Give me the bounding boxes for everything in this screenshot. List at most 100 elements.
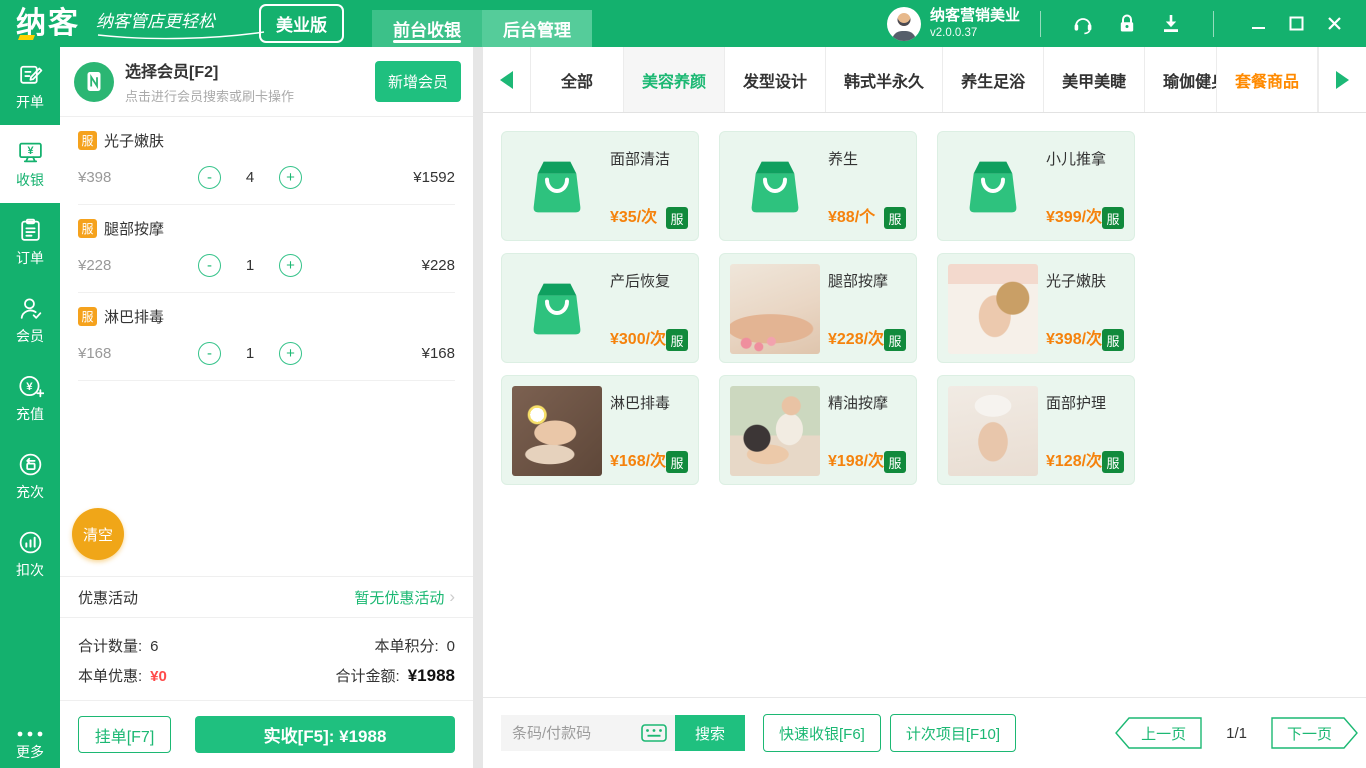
add-member-button[interactable]: 新增会员 — [374, 61, 461, 102]
member-select-bar[interactable]: 选择会员[F2] 点击进行会员搜索或刷卡操作 新增会员 — [60, 47, 473, 117]
slogan-swoosh-line — [97, 31, 265, 40]
category-tab-all[interactable]: 全部 — [531, 47, 625, 112]
svg-text:¥: ¥ — [26, 381, 33, 393]
hold-order-button[interactable]: 挂单[F7] — [78, 716, 171, 753]
member-select-title: 选择会员[F2] — [125, 64, 219, 81]
sidebar-item-deduct-times[interactable]: 扣次 — [0, 515, 60, 593]
service-badge: 服 — [78, 219, 97, 238]
product-card[interactable]: 腿部按摩 ¥228/次 服 — [719, 253, 917, 363]
svg-text:¥: ¥ — [27, 145, 34, 157]
shopping-bag-icon — [533, 161, 581, 213]
product-price: ¥398/次 — [1046, 331, 1103, 348]
barcode-input[interactable] — [512, 724, 641, 742]
category-tab-hair[interactable]: 发型设计 — [725, 47, 827, 112]
arrow-right-icon — [1336, 70, 1349, 89]
category-tab-foot-bath[interactable]: 养生足浴 — [943, 47, 1045, 112]
open-bill-icon — [19, 65, 42, 84]
category-tab-nails-lashes[interactable]: 美甲美睫 — [1044, 47, 1146, 112]
chevron-right-icon[interactable]: › — [449, 587, 455, 607]
cart-item: 服 腿部按摩 ¥228 - 1 + ¥228 — [78, 205, 455, 293]
titlebar-right: 纳客营销美业 v2.0.0.37 — [886, 6, 1348, 41]
count-item-button[interactable]: 计次项目[F10] — [889, 714, 1017, 752]
service-type-badge: 服 — [666, 329, 688, 351]
product-card[interactable]: 淋巴排毒 ¥168/次 服 — [501, 375, 699, 485]
download-icon[interactable] — [1159, 12, 1183, 36]
next-page-button[interactable]: 下一页 — [1271, 717, 1358, 749]
category-scroll-left-button[interactable] — [483, 47, 531, 112]
product-name: 养生 — [828, 151, 859, 168]
product-price: ¥300/次 — [610, 331, 667, 348]
sidebar-item-open-bill[interactable]: 开单 — [0, 47, 60, 125]
sidebar-item-more[interactable]: 更多 — [0, 729, 60, 762]
tab-back-manage[interactable]: 后台管理 — [482, 10, 592, 47]
service-type-badge: 服 — [1102, 329, 1124, 351]
product-card[interactable]: 精油按摩 ¥198/次 服 — [719, 375, 917, 485]
category-tab-yoga[interactable]: 瑜伽健身 — [1145, 47, 1217, 112]
members-icon — [20, 297, 41, 319]
maximize-button[interactable] — [1282, 10, 1310, 38]
product-card[interactable]: 面部护理 ¥128/次 服 — [937, 375, 1135, 485]
app-version: v2.0.0.37 — [929, 26, 978, 39]
product-name: 小儿推拿 — [1046, 151, 1107, 168]
clear-cart-button[interactable]: 清空 — [72, 508, 124, 560]
discount-label: 本单优惠: — [78, 667, 143, 685]
sidebar-item-recharge[interactable]: ¥ 充值 — [0, 359, 60, 437]
qty-decrease-button[interactable]: - — [198, 166, 221, 189]
promo-link[interactable]: 暂无优惠活动 — [354, 587, 444, 608]
search-button[interactable]: 搜索 — [675, 715, 745, 751]
sidebar-item-orders[interactable]: 订单 — [0, 203, 60, 281]
qty-increase-button[interactable]: + — [279, 342, 302, 365]
shopping-bag-icon — [533, 283, 581, 335]
quick-cashier-button[interactable]: 快速收银[F6] — [763, 714, 881, 752]
orders-icon — [20, 218, 40, 241]
qty-decrease-button[interactable]: - — [198, 342, 221, 365]
cart-item-price: ¥398 — [78, 169, 112, 186]
cart-item-price: ¥228 — [78, 257, 112, 274]
sidebar-item-recharge-times[interactable]: 充次 — [0, 437, 60, 515]
product-photo — [948, 386, 1038, 476]
keyboard-icon[interactable] — [641, 724, 667, 742]
product-card[interactable]: 光子嫩肤 ¥398/次 服 — [937, 253, 1135, 363]
qty-increase-button[interactable]: + — [279, 166, 302, 189]
member-texts: 选择会员[F2] 点击进行会员搜索或刷卡操作 — [125, 58, 375, 105]
product-card[interactable]: 面部清洁 ¥35/次 服 — [501, 131, 699, 241]
cart-item-subtotal: ¥168 — [421, 345, 455, 362]
shopping-bag-icon — [969, 161, 1017, 213]
lock-icon[interactable] — [1115, 12, 1139, 36]
prev-page-button[interactable]: 上一页 — [1115, 717, 1202, 749]
pay-button[interactable]: 实收[F5]: ¥1988 — [195, 716, 455, 753]
sidebar-item-members[interactable]: 会员 — [0, 281, 60, 359]
category-bar: 全部 美容养颜 发型设计 韩式半永久 养生足浴 美甲美睫 瑜伽健身 套餐商品 — [483, 47, 1366, 113]
deduct-times-icon — [19, 531, 41, 553]
product-name: 淋巴排毒 — [610, 395, 671, 412]
close-button[interactable] — [1320, 10, 1348, 38]
category-tab-package[interactable]: 套餐商品 — [1217, 47, 1318, 112]
product-name: 产后恢复 — [610, 273, 671, 290]
category-scroll-right-button[interactable] — [1318, 47, 1366, 112]
product-image — [512, 142, 602, 232]
product-price: ¥168/次 — [610, 453, 667, 470]
service-type-badge: 服 — [884, 329, 906, 351]
edition-button[interactable]: 美业版 — [259, 4, 344, 43]
support-headset-icon[interactable] — [1071, 12, 1095, 36]
product-card[interactable]: 产后恢复 ¥300/次 服 — [501, 253, 699, 363]
minimize-button[interactable] — [1244, 10, 1272, 38]
qty-increase-button[interactable]: + — [279, 254, 302, 277]
avatar[interactable] — [886, 6, 921, 41]
cart-item-qty: 1 — [245, 257, 255, 274]
titlebar-separator — [1040, 10, 1041, 37]
tab-front-cashier[interactable]: 前台收银 — [372, 10, 482, 47]
sidebar-item-cashier[interactable]: ¥ 收银 — [0, 125, 60, 203]
cart-item-price: ¥168 — [78, 345, 112, 362]
category-tab-beauty[interactable]: 美容养颜 — [624, 47, 726, 112]
service-badge: 服 — [78, 131, 97, 150]
service-type-badge: 服 — [884, 451, 906, 473]
category-tab-semi-permanent[interactable]: 韩式半永久 — [826, 47, 944, 112]
product-card[interactable]: 小儿推拿 ¥399/次 服 — [937, 131, 1135, 241]
qty-decrease-button[interactable]: - — [198, 254, 221, 277]
cart-item: 服 淋巴排毒 ¥168 - 1 + ¥168 — [78, 293, 455, 381]
arrow-left-icon — [500, 70, 513, 89]
slogan: 纳客管店更轻松 — [96, 7, 265, 40]
product-card[interactable]: 养生 ¥88/个 服 — [719, 131, 917, 241]
member-card-icon — [74, 61, 114, 102]
